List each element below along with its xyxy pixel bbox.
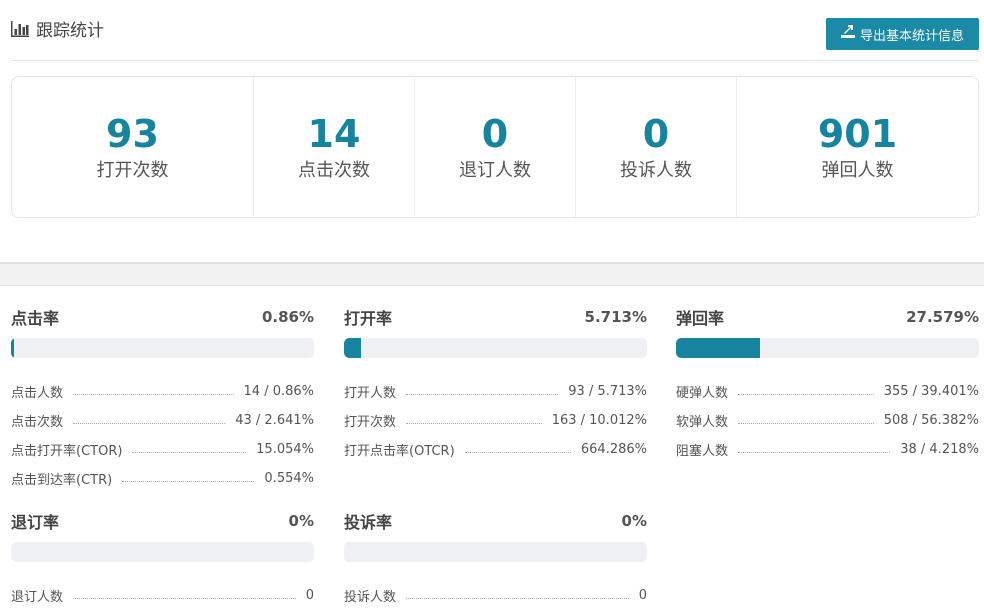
- row-value: 163 / 10.012%: [551, 413, 647, 428]
- row-label: 阻塞人数: [676, 444, 729, 459]
- metric-row: 打开点击率(OTCR) 664.286%: [344, 435, 647, 464]
- row-value: 93 / 5.713%: [568, 384, 647, 399]
- metric-row: 退订人数 0: [11, 581, 314, 610]
- row-label: 打开点击率(OTCR): [344, 444, 455, 459]
- row-value: 0.554%: [264, 471, 314, 486]
- progress-bar: [344, 542, 647, 562]
- row-label: 点击人数: [11, 386, 64, 401]
- stat-label: 投诉人数: [620, 160, 692, 181]
- row-leader: [406, 423, 542, 424]
- metric-row: 阻塞人数 38 / 4.218%: [676, 435, 979, 464]
- row-leader: [73, 598, 296, 599]
- metric-row: 软弹人数 508 / 56.382%: [676, 406, 979, 435]
- metric-percent: 27.579%: [906, 308, 979, 326]
- row-label: 点击到达率(CTR): [11, 473, 113, 488]
- stat-label: 退订人数: [459, 160, 531, 181]
- stat-value: 0: [481, 112, 509, 156]
- metric-row: 打开次数 163 / 10.012%: [344, 406, 647, 435]
- stat-open-count: 93 打开次数: [12, 77, 254, 217]
- row-value: 43 / 2.641%: [235, 413, 314, 428]
- row-value: 38 / 4.218%: [900, 442, 979, 457]
- section-divider: [0, 262, 984, 286]
- row-label: 退订人数: [11, 590, 64, 605]
- bar-chart-icon: [11, 20, 29, 37]
- summary-panel: 93 打开次数 14 点击次数 0 退订人数 0 投诉人数 901 弹回人数: [11, 76, 979, 218]
- progress-fill: [344, 338, 362, 358]
- row-value: 14 / 0.86%: [243, 384, 314, 399]
- metric-row: 打开人数 93 / 5.713%: [344, 377, 647, 406]
- row-leader: [406, 394, 559, 395]
- metric-name: 打开率: [344, 309, 393, 328]
- progress-bar: [11, 338, 314, 358]
- metric-percent: 0.86%: [261, 308, 314, 326]
- row-value: 664.286%: [580, 442, 647, 457]
- stat-label: 点击次数: [298, 160, 370, 181]
- export-button-label: 导出基本统计信息: [859, 28, 964, 44]
- stat-unsubscribe-count: 0 退订人数: [415, 77, 576, 217]
- row-leader: [122, 481, 255, 482]
- metric-row: 投诉人数 0: [344, 581, 647, 610]
- metric-row: 点击到达率(CTR) 0.554%: [11, 464, 314, 493]
- row-label: 打开人数: [344, 386, 397, 401]
- metric-name: 弹回率: [676, 309, 725, 328]
- page-header: 跟踪统计 导出基本统计信息: [0, 0, 984, 61]
- export-stats-button[interactable]: 导出基本统计信息: [826, 18, 979, 50]
- row-leader: [738, 423, 874, 424]
- metric-unsubscribe-rate: 退订率 0% 退订人数 0: [11, 511, 314, 610]
- metric-row: 点击次数 43 / 2.641%: [11, 406, 314, 435]
- row-label: 点击打开率(CTOR): [11, 444, 123, 459]
- progress-fill: [676, 338, 760, 358]
- metric-bounce-rate: 弹回率 27.579% 硬弹人数 355 / 39.401% 软弹人数 508 / …: [676, 307, 979, 464]
- row-leader: [132, 452, 247, 453]
- row-label: 点击次数: [11, 415, 64, 430]
- row-label: 投诉人数: [344, 590, 397, 605]
- stat-complaint-count: 0 投诉人数: [576, 77, 737, 217]
- header-divider: [11, 60, 979, 61]
- page-title: 跟踪统计: [36, 21, 104, 41]
- row-leader: [73, 423, 226, 424]
- stat-value: 93: [106, 112, 159, 156]
- row-leader: [738, 452, 891, 453]
- stat-label: 弹回人数: [821, 160, 894, 181]
- row-leader: [406, 598, 629, 599]
- progress-bar: [676, 338, 979, 358]
- row-value: 0: [638, 588, 647, 603]
- metric-open-rate: 打开率 5.713% 打开人数 93 / 5.713% 打开次数 163 / 10.…: [344, 307, 647, 464]
- row-label: 打开次数: [344, 415, 397, 430]
- stat-click-count: 14 点击次数: [254, 77, 415, 217]
- metric-name: 退订率: [11, 513, 60, 532]
- stat-bounce-count: 901 弹回人数: [737, 77, 978, 217]
- row-label: 软弹人数: [676, 415, 729, 430]
- metric-name: 投诉率: [344, 513, 393, 532]
- row-label: 硬弹人数: [676, 386, 729, 401]
- stat-value: 14: [307, 112, 361, 156]
- progress-bar: [11, 542, 314, 562]
- row-value: 15.054%: [256, 442, 314, 457]
- metric-percent: 0%: [621, 512, 647, 530]
- metric-percent: 0%: [288, 512, 314, 530]
- metric-name: 点击率: [11, 309, 60, 328]
- row-leader: [464, 452, 571, 453]
- progress-fill: [11, 338, 15, 358]
- metric-complaint-rate: 投诉率 0% 投诉人数 0: [344, 511, 647, 610]
- metric-row: 硬弹人数 355 / 39.401%: [676, 377, 979, 406]
- metric-row: 点击打开率(CTOR) 15.054%: [11, 435, 314, 464]
- row-leader: [73, 394, 234, 395]
- row-value: 0: [305, 588, 314, 603]
- stat-value: 901: [817, 112, 898, 156]
- row-value: 508 / 56.382%: [883, 413, 979, 428]
- row-value: 355 / 39.401%: [883, 384, 979, 399]
- page-title-group: 跟踪统计: [11, 16, 104, 41]
- stat-label: 打开次数: [96, 160, 169, 181]
- metric-row: 点击人数 14 / 0.86%: [11, 377, 314, 406]
- metric-click-rate: 点击率 0.86% 点击人数 14 / 0.86% 点击次数 43 / 2.641%…: [11, 307, 314, 493]
- metric-percent: 5.713%: [584, 308, 647, 326]
- stat-value: 0: [642, 112, 670, 156]
- progress-bar: [344, 338, 647, 358]
- export-icon: [840, 25, 860, 43]
- row-leader: [738, 394, 874, 395]
